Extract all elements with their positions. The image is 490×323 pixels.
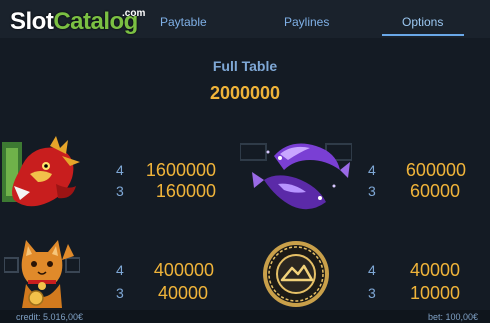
lucky-cat-amount-3: 40000 [157, 283, 208, 303]
lucky-cat-amount-4: 400000 [153, 260, 214, 280]
lucky-cat-count-3: 3 [116, 285, 124, 301]
full-table-value: 2000000 [209, 83, 281, 103]
tab-paylines[interactable]: Paylines [284, 14, 329, 38]
koi-fish-symbol-icon [239, 136, 353, 216]
koi-amount-3: 60000 [409, 181, 460, 201]
active-tab-indicator [382, 34, 464, 36]
lucky-cat-symbol-icon [3, 236, 81, 310]
gold-coin-count-3: 3 [368, 285, 376, 301]
dragon-count-3: 3 [116, 183, 124, 199]
gold-coin-amount-4: 40000 [409, 260, 460, 280]
dragon-count-4: 4 [116, 162, 124, 178]
gold-coin-amount-3: 10000 [409, 283, 460, 303]
koi-count-3: 3 [368, 183, 376, 199]
koi-count-4: 4 [368, 162, 376, 178]
full-table-title: Full Table [212, 58, 278, 74]
dragon-amount-4: 1600000 [145, 160, 216, 180]
tab-paytable[interactable]: Paytable [160, 14, 207, 38]
gold-coin-count-4: 4 [368, 262, 376, 278]
gold-coin-symbol-icon [258, 240, 334, 308]
credit-display: credit: 5.016,00€ [16, 312, 84, 322]
bet-display: bet: 100,00€ [427, 312, 478, 322]
logo-text-slot: Slot [10, 8, 54, 35]
lucky-cat-count-4: 4 [116, 262, 124, 278]
koi-amount-4: 600000 [405, 160, 466, 180]
dragon-amount-3: 160000 [155, 181, 216, 201]
slotcatalog-logo: SlotCatalog [10, 8, 138, 42]
dragon-symbol-icon [0, 134, 82, 218]
logo-suffix: .com [122, 8, 146, 19]
